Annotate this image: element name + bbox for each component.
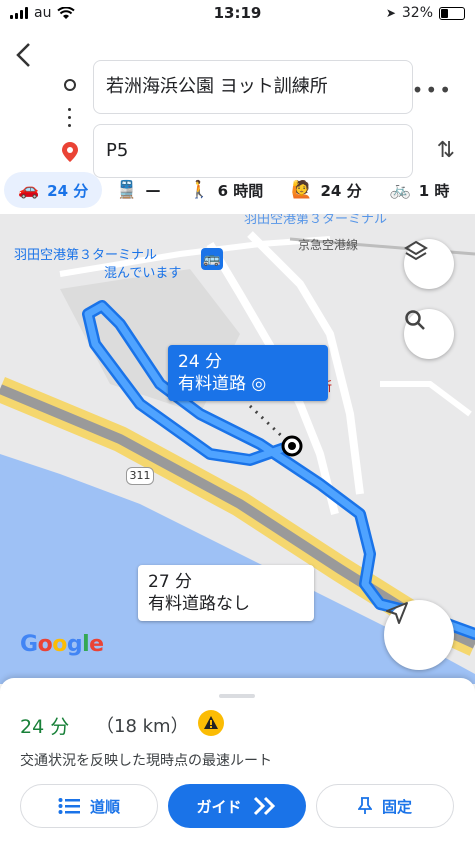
origin-dot-icon [64, 79, 76, 91]
tab-walk-label: 6 時間 [217, 181, 264, 200]
train-icon: 🚆 [116, 180, 138, 200]
bike-icon: 🚲 [389, 180, 411, 200]
tab-drive[interactable]: 🚗 24 分 [4, 172, 103, 208]
connector-dots [68, 108, 72, 132]
layers-icon [404, 240, 428, 261]
route-description: 交通状況を反映した現時点の最速ルート [20, 753, 272, 769]
tab-drive-label: 24 分 [47, 181, 89, 200]
battery-icon [439, 6, 465, 20]
directions-header: 若洲海浜公園 ヨット訓練所 P5 ••• ⇅ [0, 28, 475, 178]
tab-rideshare[interactable]: 🙋 24 分 [277, 172, 375, 208]
tab-transit-label: — [145, 181, 161, 199]
map-label-terminal: 羽田空港第３ターミナル [14, 248, 158, 263]
primary-route-callout[interactable]: 24 分 有料道路 ◎ [168, 345, 328, 401]
map-view[interactable]: 羽田空港第３ターミナル 混んでいます 京急空港線 羽田空港第３ターミナル 場所 … [0, 214, 475, 684]
my-location-button[interactable] [384, 600, 454, 670]
search-button[interactable] [404, 309, 454, 359]
pin-icon [357, 797, 372, 814]
route-eta: 24 分 [20, 716, 70, 738]
guide-label: ガイド [196, 797, 242, 816]
map-label-crowded: 混んでいます [104, 266, 182, 281]
sheet-grabber[interactable] [219, 694, 255, 698]
google-logo: Google [20, 632, 104, 657]
alt-route-callout[interactable]: 27 分 有料道路なし [138, 565, 314, 621]
warning-icon[interactable] [198, 710, 224, 736]
more-options-icon[interactable]: ••• [412, 78, 453, 102]
primary-route-note: 有料道路 [178, 374, 246, 394]
origin-field[interactable]: 若洲海浜公園 ヨット訓練所 [93, 60, 413, 114]
walk-icon: 🚶 [188, 180, 210, 200]
status-right: ➤ 32% [386, 5, 465, 21]
back-button[interactable] [14, 42, 42, 70]
search-icon [405, 310, 425, 330]
navigation-arrow-icon [386, 602, 408, 624]
pin-button[interactable]: 固定 [316, 784, 454, 828]
alt-route-note: 有料道路なし [148, 594, 250, 614]
tab-bike[interactable]: 🚲 1 時 [376, 172, 464, 208]
steps-button[interactable]: 道順 [20, 784, 158, 828]
steps-label: 道順 [89, 797, 120, 816]
layers-button[interactable] [404, 239, 454, 289]
primary-route-time: 24 分 [178, 352, 223, 372]
alt-route-time: 27 分 [148, 572, 193, 592]
route-distance: （18 km） [96, 716, 189, 737]
tab-bike-label: 1 時 [418, 181, 450, 200]
start-navigation-button[interactable]: ガイド [168, 784, 306, 828]
toll-icon: ◎ [251, 374, 267, 394]
pin-label: 固定 [381, 797, 412, 816]
tab-rideshare-label: 24 分 [320, 181, 362, 200]
list-icon [58, 798, 80, 814]
car-icon: 🚗 [18, 180, 40, 200]
chevron-left-icon [16, 43, 30, 67]
road-number-badge: 311 [126, 467, 154, 485]
rideshare-icon: 🙋 [291, 180, 313, 200]
destination-pin-icon [62, 142, 78, 166]
swap-icon[interactable]: ⇅ [437, 138, 455, 163]
tab-walk[interactable]: 🚶 6 時間 [174, 172, 277, 208]
map-label-railway: 京急空港線 [298, 238, 359, 252]
travel-mode-tabs: 🚗 24 分 🚆 — 🚶 6 時間 🙋 24 分 🚲 1 時 [0, 168, 475, 212]
route-summary-sheet: 24 分 （18 km） 交通状況を反映した現時点の最速ルート 道順 ガイド 固… [0, 678, 475, 845]
primary-route-note-row: 有料道路 ◎ [178, 373, 318, 395]
battery-percent: 32% [401, 5, 433, 21]
local-road [380, 381, 472, 417]
double-chevron-right-icon [253, 796, 275, 816]
map-label-top: 羽田空港第３ターミナル [244, 214, 388, 227]
tab-transit[interactable]: 🚆 — [102, 172, 174, 208]
location-arrow-icon: ➤ [385, 6, 396, 20]
status-bar: au 13:19 ➤ 32% [0, 0, 475, 28]
bus-stop-icon[interactable]: 🚌 [201, 248, 223, 270]
